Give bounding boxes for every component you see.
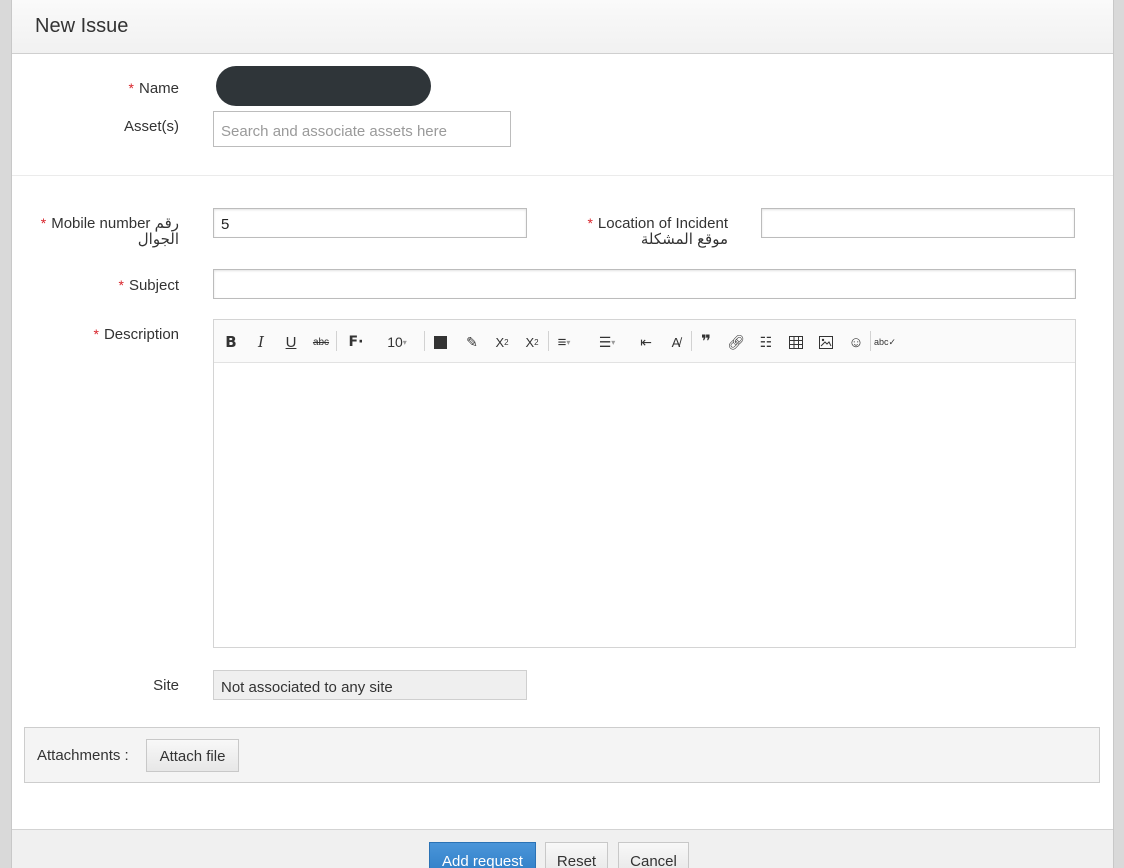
link-icon[interactable]: 🔗︎ — [725, 331, 747, 353]
description-label: * Description — [93, 326, 179, 343]
text-color-icon[interactable] — [429, 331, 451, 353]
location-label-arabic: موقع المشكلة — [640, 231, 728, 248]
attach-file-button[interactable]: Attach file — [146, 739, 239, 772]
name-label: * Name — [128, 80, 179, 97]
assets-label: Asset(s) — [123, 118, 179, 135]
highlight-icon[interactable]: ✎ — [461, 331, 483, 353]
line-spacing-icon[interactable]: ☷ — [755, 331, 777, 353]
toolbar-separator — [424, 331, 425, 351]
toolbar-separator — [691, 331, 692, 351]
editor-toolbar: B I U abc F· 10 ▾ ✎ X2 X2 ≡ ▾ ☰ ▾ ⇤ A̸ ❞ 🔗︎… — [214, 320, 1075, 363]
subscript-icon[interactable]: X2 — [491, 331, 513, 353]
site-label: Site — [153, 677, 179, 694]
new-issue-panel: New Issue * Name Asset(s) Search and asso… — [11, 0, 1114, 868]
location-input[interactable] — [761, 208, 1075, 238]
strikethrough-icon[interactable]: abc — [310, 331, 332, 353]
image-icon[interactable] — [815, 331, 837, 353]
location-label: * Location of Incident موقع المشكلة — [587, 215, 728, 248]
description-editor: B I U abc F· 10 ▾ ✎ X2 X2 ≡ ▾ ☰ ▾ ⇤ A̸ ❞ 🔗︎… — [213, 319, 1076, 648]
assets-search-input[interactable]: Search and associate assets here — [213, 111, 511, 147]
requester-name-redacted[interactable] — [216, 66, 431, 106]
required-marker: * — [587, 215, 593, 231]
add-request-button[interactable]: Add request — [429, 842, 536, 868]
required-marker: * — [128, 80, 134, 96]
panel-header: New Issue — [12, 0, 1113, 54]
section-divider — [12, 175, 1113, 176]
spellcheck-icon[interactable]: abc✓ — [874, 331, 896, 353]
blockquote-icon[interactable]: ❞ — [695, 331, 717, 353]
subject-input[interactable] — [213, 269, 1076, 299]
page-title: New Issue — [35, 15, 129, 37]
attachments-section: Attachments : Attach file — [24, 727, 1100, 783]
font-family-icon[interactable]: F· — [345, 331, 367, 353]
mobile-number-label-arabic: الجوال — [137, 231, 179, 248]
reset-button[interactable]: Reset — [545, 842, 608, 868]
toolbar-separator — [548, 331, 549, 351]
italic-icon[interactable]: I — [250, 331, 272, 353]
form-footer: Add request Reset Cancel — [12, 829, 1113, 868]
emoji-icon[interactable]: ☺ — [845, 331, 867, 353]
table-icon[interactable] — [785, 331, 807, 353]
required-marker: * — [93, 326, 99, 342]
superscript-icon[interactable]: X2 — [521, 331, 543, 353]
mobile-number-label: * Mobile number رقم الجوال — [40, 215, 179, 248]
toolbar-separator — [870, 331, 871, 351]
align-icon[interactable]: ≡ ▾ — [553, 331, 575, 353]
font-size-select[interactable]: 10 ▾ — [380, 331, 414, 353]
editor-content-area[interactable] — [214, 363, 1075, 647]
mobile-number-input[interactable]: 5 — [213, 208, 527, 238]
required-marker: * — [118, 277, 124, 293]
required-marker: * — [40, 215, 47, 231]
outdent-icon[interactable]: ⇤ — [635, 331, 657, 353]
bullet-list-icon[interactable]: ☰ ▾ — [596, 331, 618, 353]
clear-format-icon[interactable]: A̸ — [665, 331, 687, 353]
subject-label: * Subject — [118, 277, 180, 294]
site-field: Not associated to any site — [213, 670, 527, 700]
bold-icon[interactable]: B — [220, 331, 242, 353]
toolbar-separator — [336, 331, 337, 351]
attachments-label: Attachments : — [37, 747, 129, 764]
underline-icon[interactable]: U — [280, 331, 302, 353]
cancel-button[interactable]: Cancel — [618, 842, 689, 868]
